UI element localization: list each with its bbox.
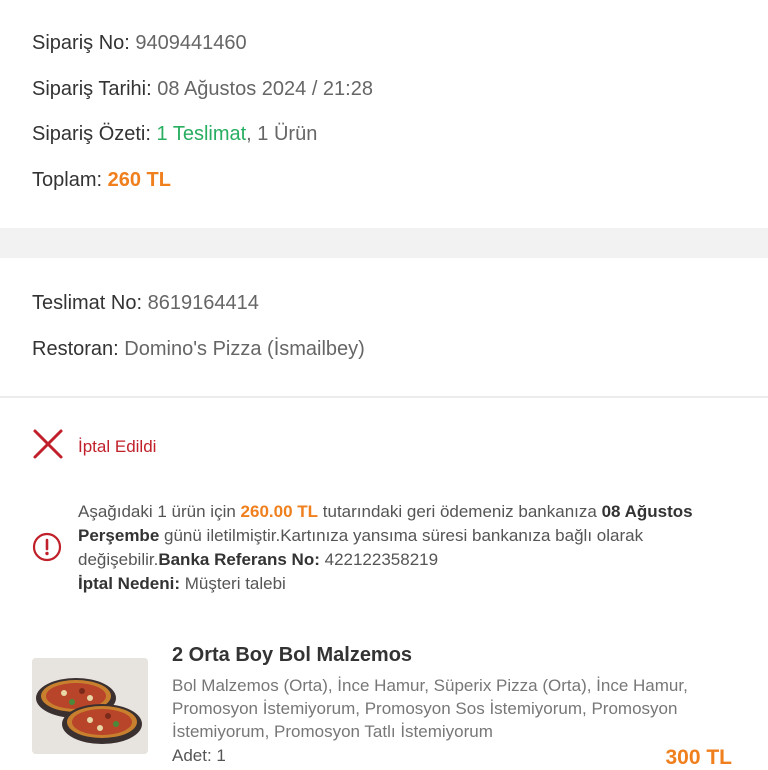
order-summary-label: Sipariş Özeti:: [32, 123, 151, 145]
delivery-no-label: Teslimat No:: [32, 292, 143, 314]
divider: [0, 396, 768, 398]
order-total-row: Toplam: 260 TL: [32, 169, 171, 192]
order-no-value: 9409441460: [135, 32, 247, 54]
refund-text-part1: Aşağıdaki 1 ürün için: [78, 502, 241, 521]
delivery-no-value: 8619164414: [147, 292, 259, 314]
refund-text-part2: tutarındaki geri ödemeniz bankanıza: [318, 502, 602, 521]
bank-reference-value: 422122358219: [319, 550, 439, 569]
order-summary-delivery-link[interactable]: 1 Teslimat: [157, 123, 247, 145]
cancel-reason-value: Müşteri talebi: [180, 574, 286, 593]
close-icon: [32, 428, 64, 465]
bank-reference-label: Banka Referans No:: [158, 550, 320, 569]
restaurant-row: Restoran: Domino's Pizza (İsmailbey): [32, 338, 365, 361]
cancel-status-text: İptal Edildi: [78, 436, 157, 456]
cancel-reason-label: İptal Nedeni:: [78, 574, 181, 593]
info-icon: [32, 532, 62, 596]
refund-info: Aşağıdaki 1 ürün için 260.00 TL tutarınd…: [32, 500, 742, 596]
refund-info-text: Aşağıdaki 1 ürün için 260.00 TL tutarınd…: [78, 500, 742, 596]
product-name: 2 Orta Boy Bol Malzemos: [172, 644, 413, 666]
order-date-row: Sipariş Tarihi: 08 Ağustos 2024 / 21:28: [32, 78, 373, 101]
order-summary-row: Sipariş Özeti: 1 Teslimat, 1 Ürün: [32, 123, 317, 146]
restaurant-label: Restoran:: [32, 338, 119, 360]
order-date-label: Sipariş Tarihi:: [32, 78, 152, 100]
order-no-row: Sipariş No: 9409441460: [32, 32, 247, 55]
section-separator: [0, 228, 768, 258]
order-no-label: Sipariş No:: [32, 32, 130, 54]
cancel-status: İptal Edildi: [32, 428, 156, 465]
order-summary-items: , 1 Ürün: [246, 123, 318, 145]
refund-amount: 260.00 TL: [240, 502, 319, 521]
product-image: [32, 658, 148, 754]
product-price: 300 TL: [665, 746, 732, 769]
delivery-no-row: Teslimat No: 8619164414: [32, 292, 259, 315]
product-quantity: Adet: 1: [172, 746, 226, 765]
order-total-label: Toplam:: [32, 169, 103, 191]
product-description: Bol Malzemos (Orta), İnce Hamur, Süperix…: [172, 676, 688, 741]
order-date-value: 08 Ağustos 2024 / 21:28: [157, 78, 373, 100]
restaurant-value: Domino's Pizza (İsmailbey): [124, 338, 365, 360]
order-total-value: 260 TL: [107, 169, 171, 191]
